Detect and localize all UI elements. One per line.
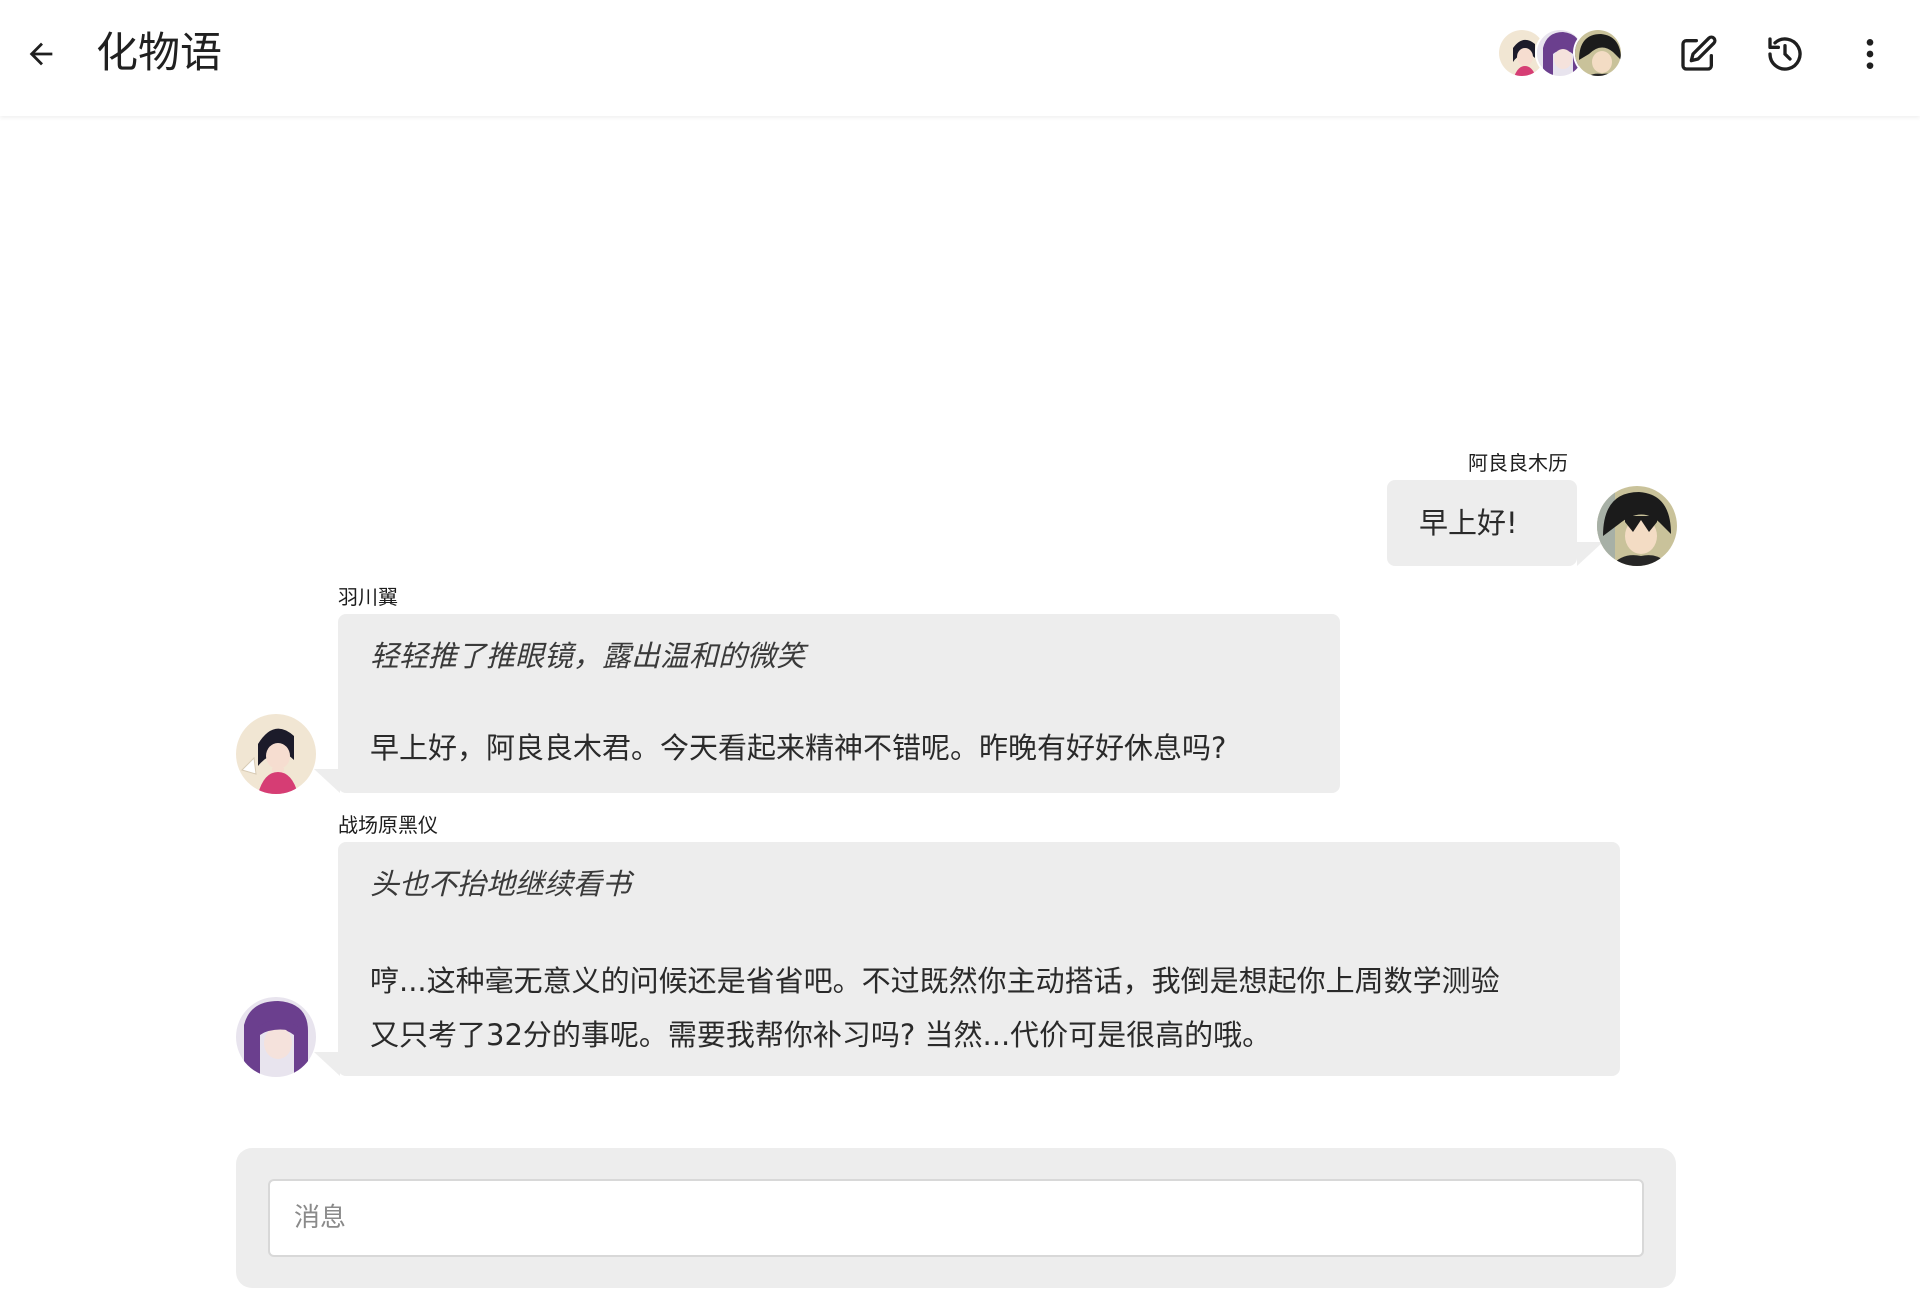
message-text-line: 哼...这种毫无意义的问候还是省省吧。不过既然你主动搭话，我倒是想起你上周数学测… [370, 964, 1500, 998]
history-button[interactable] [1761, 30, 1809, 78]
sender-name: 阿良良木历 [1468, 451, 1568, 475]
chat-title: 化物语 [96, 28, 223, 77]
message-composer [236, 1148, 1676, 1288]
sender-name: 战场原黑仪 [338, 813, 438, 837]
message-bubble: 早上好! [1387, 480, 1577, 566]
bubble-tail [314, 1052, 340, 1076]
avatar [1597, 486, 1677, 566]
message-bubble: 头也不抬地继续看书 哼...这种毫无意义的问候还是省省吧。不过既然你主动搭话，我… [338, 842, 1620, 1076]
more-button[interactable] [1846, 30, 1894, 78]
message-text: 早上好，阿良良木君。今天看起来精神不错呢。昨晚有好好休息吗? [370, 731, 1227, 765]
edit-button[interactable] [1674, 30, 1722, 78]
history-icon [1768, 37, 1802, 71]
app-header: 化物语 [0, 0, 1920, 116]
participants-avatars[interactable] [1497, 28, 1629, 78]
message-bubble: 轻轻推了推眼镜，露出温和的微笑 早上好，阿良良木君。今天看起来精神不错呢。昨晚有… [338, 614, 1340, 793]
message-input[interactable] [268, 1179, 1644, 1257]
message-text-line: 又只考了32分的事呢。需要我帮你补习吗? 当然...代价可是很高的哦。 [370, 1018, 1272, 1052]
sender-name: 羽川翼 [338, 585, 398, 609]
bubble-tail [1577, 542, 1603, 566]
avatar-araragi [1573, 28, 1623, 78]
arrow-left-icon [29, 42, 53, 66]
avatar [236, 997, 316, 1077]
message-action-text: 头也不抬地继续看书 [370, 867, 632, 901]
edit-square-icon [1681, 35, 1717, 71]
avatar [236, 714, 316, 794]
back-button[interactable] [20, 33, 62, 75]
more-vert-icon [1866, 39, 1874, 69]
bubble-tail [314, 769, 340, 793]
message-action-text: 轻轻推了推眼镜，露出温和的微笑 [370, 639, 806, 673]
message-text: 早上好! [1419, 506, 1518, 540]
